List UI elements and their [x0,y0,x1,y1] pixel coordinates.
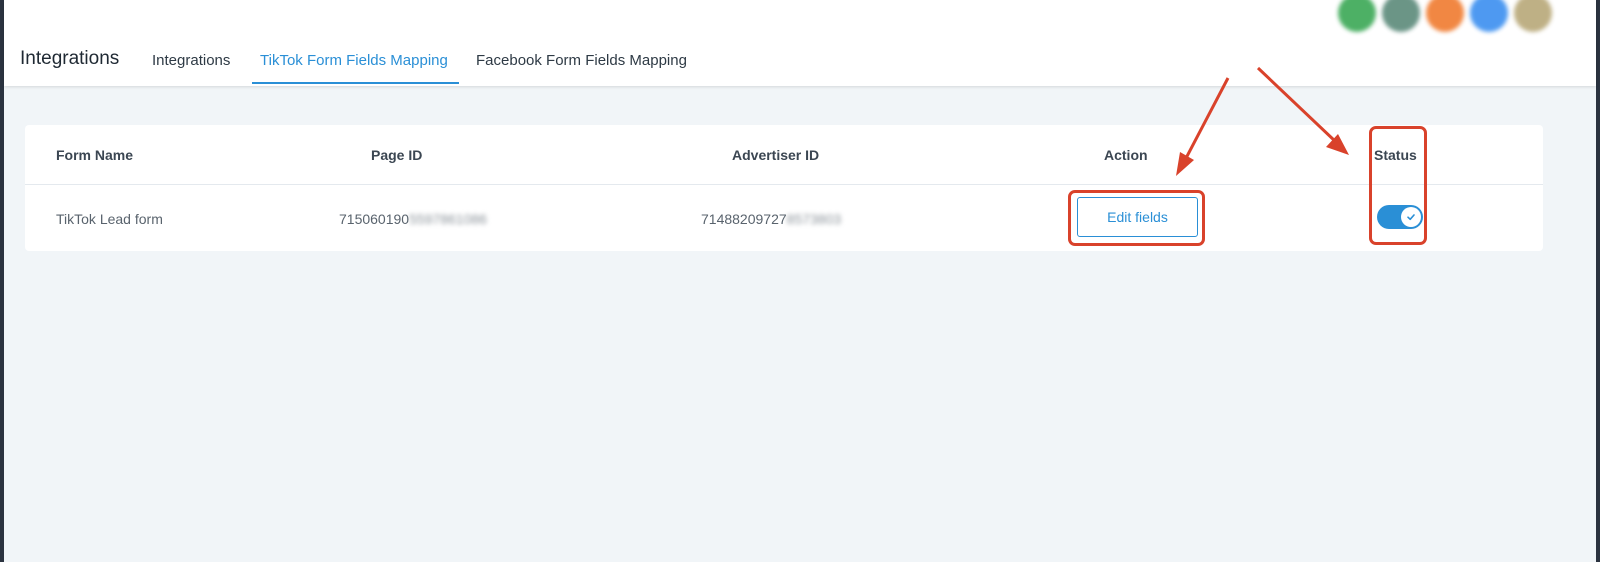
page-id-cell: 7150601905597861086 [339,211,487,227]
form-mapping-table: Form Name Page ID Advertiser ID Action S… [25,125,1543,251]
page-title: Integrations [20,48,120,69]
advertiser-id-cell: 714882097278573803 [701,211,841,227]
advertiser-id-redacted: 8573803 [786,211,842,227]
tab-integrations[interactable]: Integrations [152,52,230,69]
header-divider [25,184,1543,185]
column-header-form-name: Form Name [56,147,134,163]
edit-fields-highlight-box [1068,190,1205,246]
active-tab-indicator [252,82,459,84]
avatar[interactable] [1514,0,1552,32]
avatar[interactable] [1426,0,1464,32]
app-window: Integrations Integrations TikTok Form Fi… [4,0,1596,562]
column-header-advertiser-id: Advertiser ID [732,147,820,163]
page-id-visible: 715060190 [339,211,410,227]
status-highlight-box [1369,126,1427,245]
tab-facebook-form-fields-mapping[interactable]: Facebook Form Fields Mapping [476,52,687,69]
avatar[interactable] [1470,0,1508,32]
advertiser-id-visible: 71488209727 [701,211,787,227]
column-header-action: Action [1104,147,1148,163]
avatar[interactable] [1338,0,1376,32]
tab-tiktok-form-fields-mapping[interactable]: TikTok Form Fields Mapping [260,52,448,69]
form-name-cell: TikTok Lead form [56,211,163,227]
column-header-page-id: Page ID [371,147,423,163]
top-header: Integrations Integrations TikTok Form Fi… [4,0,1596,86]
page-id-redacted: 5597861086 [409,211,487,227]
avatar[interactable] [1382,0,1420,32]
